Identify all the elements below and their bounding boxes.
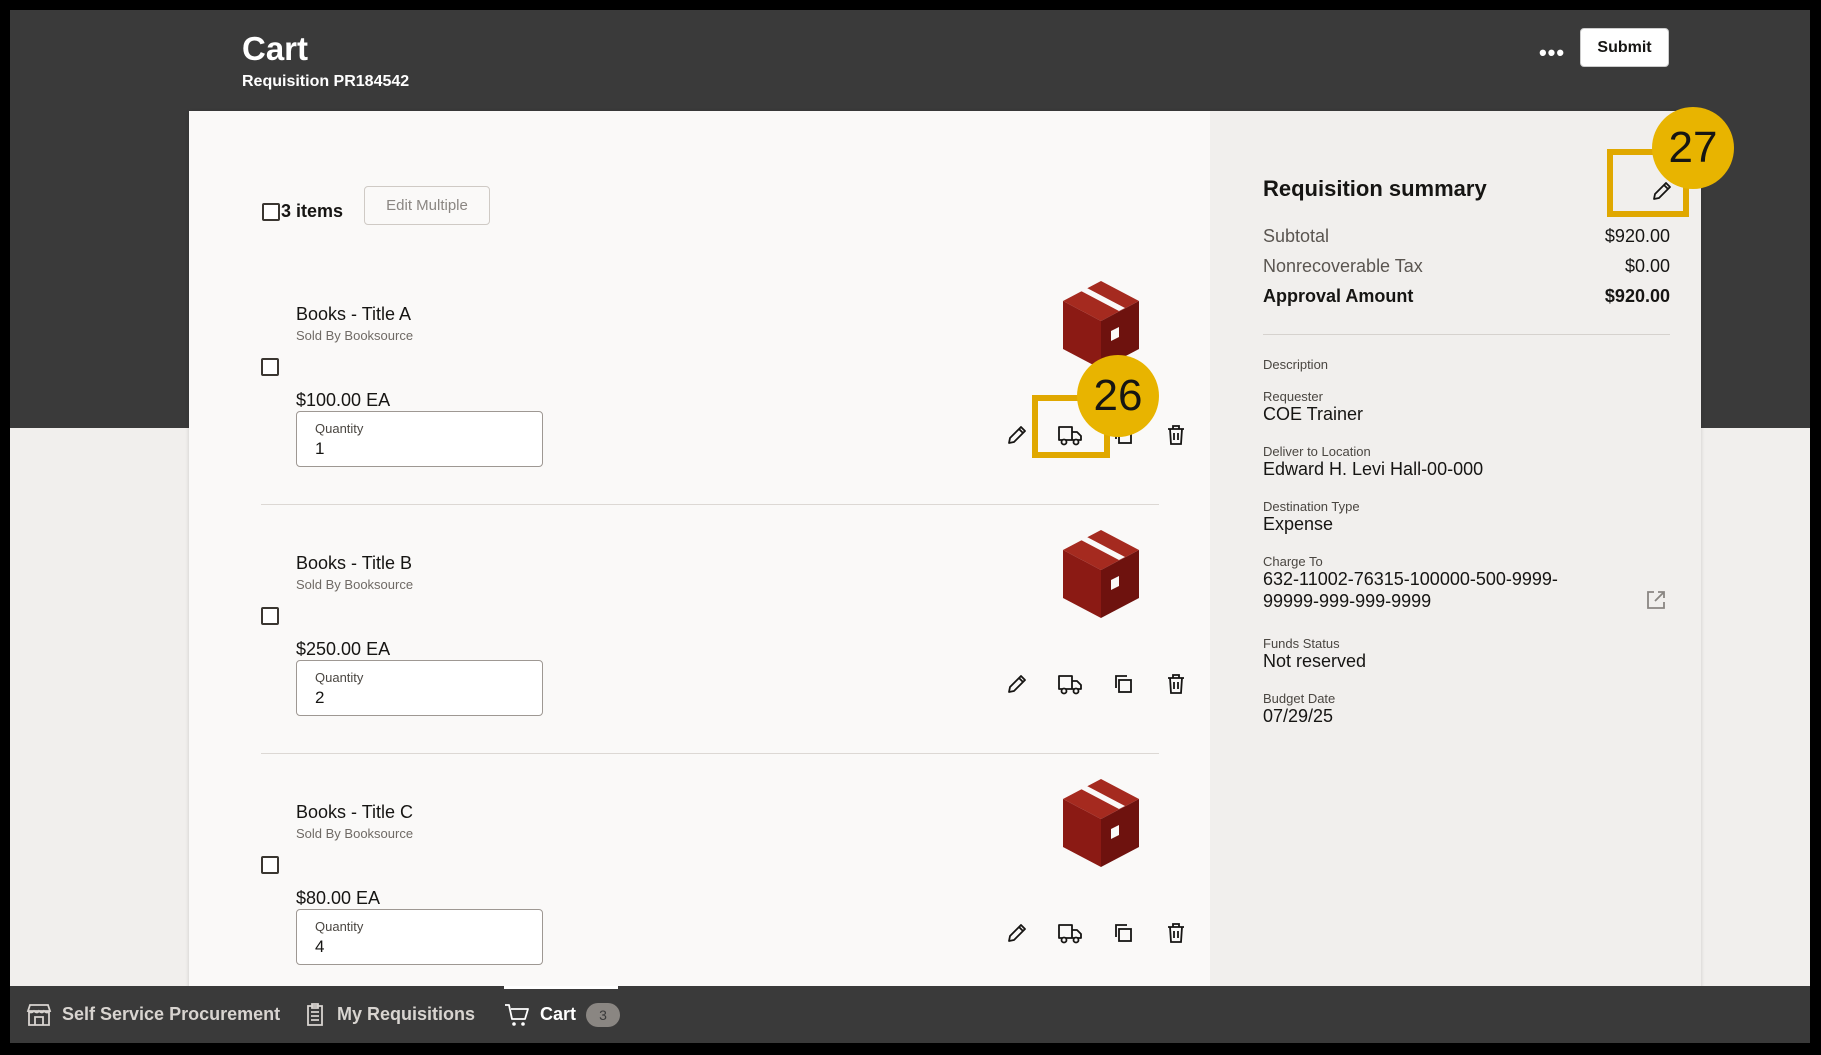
trash-icon[interactable] xyxy=(1161,918,1191,948)
duplicate-icon[interactable] xyxy=(1108,918,1138,948)
requisition-summary-pane: Requisition summary Subtotal $920.00 Non… xyxy=(1210,111,1701,996)
edit-multiple-button[interactable]: Edit Multiple xyxy=(364,186,490,225)
clipboard-list-icon xyxy=(307,1002,323,1026)
quantity-value[interactable]: 1 xyxy=(315,439,324,459)
truck-icon[interactable] xyxy=(1055,918,1085,948)
charge-to-line2: 99999-999-999-9999 xyxy=(1263,591,1432,611)
trash-icon[interactable] xyxy=(1161,669,1191,699)
summary-divider xyxy=(1263,334,1670,335)
deliver-to-value: Edward H. Levi Hall-00-000 xyxy=(1263,459,1484,479)
deliver-to-label: Deliver to Location xyxy=(1263,444,1371,459)
cart-count-badge: 3 xyxy=(586,1002,621,1027)
store-icon xyxy=(26,1003,52,1026)
select-all-checkbox[interactable] xyxy=(262,203,280,221)
approval-amount-label: Approval Amount xyxy=(1263,286,1414,306)
budget-date-value: 07/29/25 xyxy=(1263,706,1334,726)
edit-icon[interactable] xyxy=(1002,669,1032,699)
nav-self-service-procurement[interactable]: Self Service Procurement xyxy=(26,986,280,1043)
bottom-navigation: Self Service Procurement My Requisitions… xyxy=(10,986,1810,1043)
cart-items-pane: 3 items Edit Multiple Books - Title A So… xyxy=(189,111,1210,996)
duplicate-icon[interactable] xyxy=(1108,669,1138,699)
funds-status-value: Not reserved xyxy=(1263,651,1367,671)
tax-row: Nonrecoverable Tax $0.00 xyxy=(1263,256,1670,277)
nav-label: My Requisitions xyxy=(337,1004,476,1024)
nav-my-requisitions[interactable]: My Requisitions xyxy=(303,986,475,1043)
item-checkbox[interactable] xyxy=(261,358,279,376)
item-seller: Sold By Booksource xyxy=(296,328,414,343)
summary-title: Requisition summary xyxy=(1263,176,1487,201)
callout-number: 27 xyxy=(1652,107,1734,189)
cart-card: 3 items Edit Multiple Books - Title A So… xyxy=(189,111,1701,996)
subtotal-value: $920.00 xyxy=(1604,226,1670,246)
quantity-value[interactable]: 2 xyxy=(315,688,324,708)
quantity-label: Quantity xyxy=(315,919,364,934)
app-frame: Cart Requisition PR184542 ••• Submit 3 i… xyxy=(10,10,1810,1043)
item-name[interactable]: Books - Title B xyxy=(296,553,412,574)
more-actions-button[interactable]: ••• xyxy=(1530,42,1574,71)
item-checkbox[interactable] xyxy=(261,856,279,874)
requester-label: Requester xyxy=(1263,389,1323,404)
nav-label: Self Service Procurement xyxy=(62,1004,281,1024)
callout-number: 26 xyxy=(1077,355,1159,437)
item-divider xyxy=(261,504,1159,505)
quantity-label: Quantity xyxy=(315,421,364,436)
charge-to-line1: 632-11002-76315-100000-500-9999- xyxy=(1263,569,1558,589)
edit-icon[interactable] xyxy=(1002,420,1032,450)
quantity-field[interactable]: Quantity 4 xyxy=(296,909,543,965)
item-price: $250.00 EA xyxy=(296,639,391,659)
destination-type-value: Expense xyxy=(1263,514,1334,534)
submit-button[interactable]: Submit xyxy=(1580,28,1669,67)
quantity-field[interactable]: Quantity 1 xyxy=(296,411,543,467)
destination-type-label: Destination Type xyxy=(1263,499,1360,514)
tax-label: Nonrecoverable Tax xyxy=(1263,256,1423,276)
tax-value: $0.00 xyxy=(1624,256,1670,276)
item-price: $100.00 EA xyxy=(296,390,391,410)
subtotal-row: Subtotal $920.00 xyxy=(1263,226,1670,247)
quantity-value[interactable]: 4 xyxy=(315,937,324,957)
item-name[interactable]: Books - Title A xyxy=(296,304,411,325)
requester-value: COE Trainer xyxy=(1263,404,1364,424)
funds-status-label: Funds Status xyxy=(1263,636,1340,651)
charge-to-label: Charge To xyxy=(1263,554,1323,569)
nav-label: Cart xyxy=(540,1004,577,1024)
item-seller: Sold By Booksource xyxy=(296,826,414,841)
item-divider xyxy=(261,753,1159,754)
description-label: Description xyxy=(1263,357,1329,372)
package-box-icon xyxy=(1063,779,1139,867)
item-checkbox[interactable] xyxy=(261,607,279,625)
quantity-label: Quantity xyxy=(315,670,364,685)
nav-cart[interactable]: Cart 3 xyxy=(504,986,621,1043)
quantity-field[interactable]: Quantity 2 xyxy=(296,660,543,716)
trash-icon[interactable] xyxy=(1161,420,1191,450)
package-box-icon xyxy=(1063,530,1139,618)
requisition-number: Requisition PR184542 xyxy=(242,73,410,90)
subtotal-label: Subtotal xyxy=(1263,226,1330,246)
items-count: 3 items xyxy=(281,201,344,221)
truck-icon[interactable] xyxy=(1055,669,1085,699)
approval-amount-row: Approval Amount $920.00 xyxy=(1263,286,1670,307)
edit-icon[interactable] xyxy=(1002,918,1032,948)
cart-item: Books - Title B Sold By Booksource $250.… xyxy=(189,530,1210,801)
item-seller: Sold By Booksource xyxy=(296,577,414,592)
cart-icon xyxy=(505,1003,529,1026)
item-name[interactable]: Books - Title C xyxy=(296,802,413,823)
budget-date-label: Budget Date xyxy=(1263,691,1336,706)
approval-amount-value: $920.00 xyxy=(1604,286,1670,306)
external-link-icon[interactable] xyxy=(1644,588,1668,612)
item-price: $80.00 EA xyxy=(296,888,381,908)
page-title: Cart xyxy=(242,30,309,67)
